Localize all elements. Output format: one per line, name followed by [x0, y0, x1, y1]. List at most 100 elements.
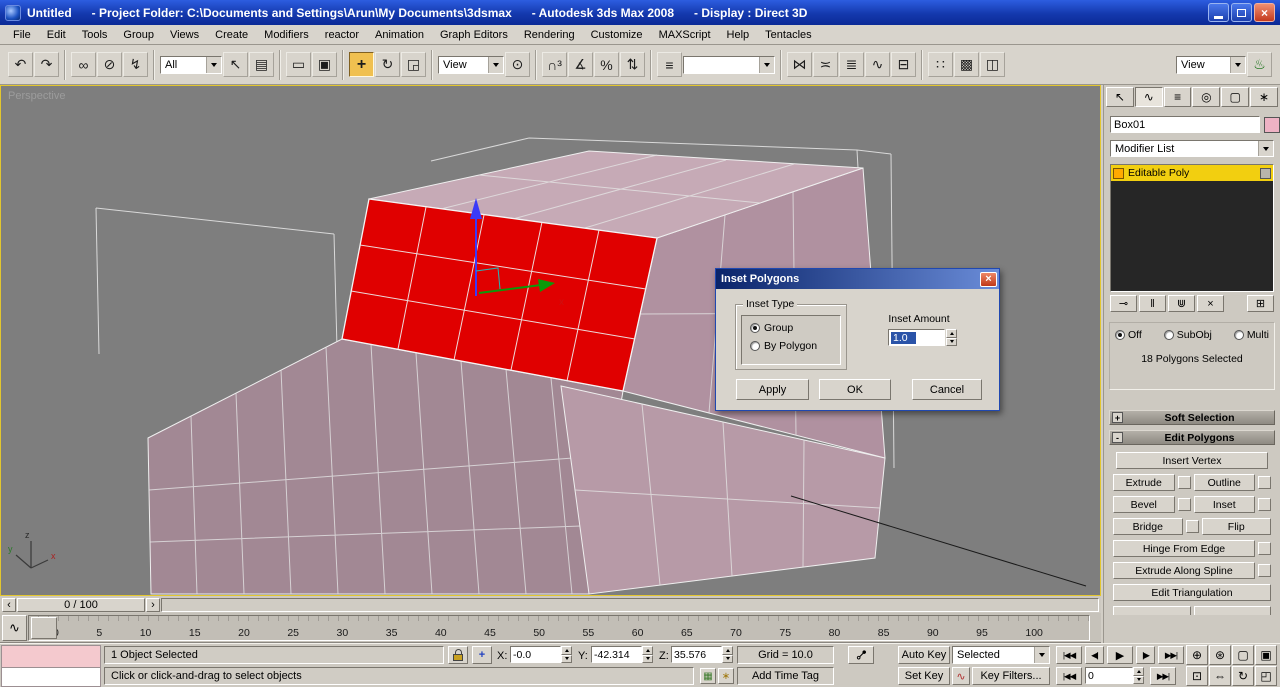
viewport-label[interactable]: Perspective [8, 90, 65, 102]
next-frame-icon[interactable]: |▶ [1136, 646, 1155, 664]
select-by-name-icon[interactable]: ▤ [249, 52, 274, 77]
remove-modifier-icon[interactable]: × [1197, 295, 1224, 312]
select-and-move-icon[interactable]: + [349, 52, 374, 77]
menu-tools[interactable]: Tools [74, 27, 116, 43]
zoom-extents-all-icon[interactable]: ▣ [1255, 645, 1277, 665]
menu-help[interactable]: Help [719, 27, 758, 43]
align-icon[interactable]: ≍ [813, 52, 838, 77]
mode-subobj[interactable]: SubObj [1163, 329, 1212, 341]
setkey-mode-icon[interactable]: ∿ [952, 667, 970, 685]
bridge-settings-button[interactable] [1185, 520, 1199, 533]
modifier-stack[interactable]: Editable Poly [1110, 164, 1274, 292]
menu-customize[interactable]: Customize [583, 27, 651, 43]
go-to-start-icon[interactable]: |◀◀ [1056, 646, 1082, 664]
selection-lock-toggle[interactable] [448, 646, 468, 664]
bind-to-spacewarp-icon[interactable]: ↯ [123, 52, 148, 77]
angle-snap-icon[interactable]: ∡ [568, 52, 593, 77]
frame-end-icon[interactable]: ▶▶| [1150, 667, 1176, 685]
render-viewport-dropdown[interactable]: View [1176, 55, 1246, 74]
quick-render-teapot-icon[interactable]: ♨ [1247, 52, 1272, 77]
zoom-all-icon[interactable]: ⊛ [1209, 645, 1231, 665]
go-to-end-icon[interactable]: ▶▶| [1158, 646, 1184, 664]
menu-rendering[interactable]: Rendering [516, 27, 583, 43]
dropdown-arrow-icon[interactable] [1258, 141, 1273, 156]
bevel-button[interactable]: Bevel [1113, 496, 1175, 513]
previous-frame-icon[interactable]: ◀| [1085, 646, 1104, 664]
maxscript-mini-listener-white[interactable] [1, 668, 101, 687]
use-pivot-center-icon[interactable]: ⊙ [505, 52, 530, 77]
menu-file[interactable]: File [5, 27, 39, 43]
rendered-frame-window-icon[interactable]: ◫ [980, 52, 1005, 77]
rectangular-selection-region-icon[interactable]: ▭ [286, 52, 311, 77]
dropdown-arrow-icon[interactable] [1230, 56, 1245, 73]
clipped-button[interactable] [1193, 606, 1271, 615]
pan-icon[interactable]: ⇔ [1209, 666, 1231, 686]
menu-animation[interactable]: Animation [367, 27, 432, 43]
group-radio[interactable] [750, 323, 760, 333]
trackbar-ruler[interactable]: 0510152025303540455055606570758085909510… [28, 615, 1090, 641]
edit-polygons-rollout[interactable]: - Edit Polygons [1109, 430, 1275, 445]
bevel-settings-button[interactable] [1177, 498, 1191, 511]
redo-icon[interactable]: ↷ [34, 52, 59, 77]
select-and-rotate-icon[interactable]: ↻ [375, 52, 400, 77]
keyboard-shortcut-override-icon[interactable]: ▦ [700, 668, 716, 684]
soft-selection-rollout[interactable]: + Soft Selection [1109, 410, 1275, 425]
material-editor-icon[interactable]: ∷ [928, 52, 953, 77]
inset-amount-input[interactable]: 1.0 [888, 329, 945, 346]
key-mode-dropdown[interactable]: Selected [952, 646, 1050, 664]
extrude-settings-button[interactable] [1177, 476, 1191, 489]
menu-tentacles[interactable]: Tentacles [757, 27, 819, 43]
modify-tab-icon[interactable]: ∿ [1134, 87, 1163, 107]
frame-spinner[interactable] [1133, 667, 1144, 684]
render-setup-icon[interactable]: ▩ [954, 52, 979, 77]
zoom-region-icon[interactable]: ⊡ [1186, 666, 1208, 686]
dropdown-arrow-icon[interactable] [488, 56, 503, 73]
outline-settings-button[interactable] [1258, 476, 1271, 489]
x-coord-input[interactable] [510, 646, 561, 663]
maxscript-mini-listener-pink[interactable] [1, 645, 101, 668]
y-coord-input[interactable] [591, 646, 642, 663]
timeslider-track[interactable] [161, 597, 1099, 612]
edit-triangulation-button[interactable]: Edit Triangulation [1113, 584, 1271, 601]
extrude-button[interactable]: Extrude [1113, 474, 1175, 491]
select-and-scale-icon[interactable]: ◲ [401, 52, 426, 77]
dropdown-arrow-icon[interactable] [759, 56, 774, 73]
add-time-tag[interactable]: Add Time Tag [737, 667, 834, 685]
inset-button[interactable]: Inset [1193, 496, 1255, 513]
make-unique-icon[interactable]: ⋓ [1168, 295, 1195, 312]
utilities-tab-icon[interactable]: ∗ [1250, 87, 1278, 107]
select-object-icon[interactable]: ↖ [223, 52, 248, 77]
current-frame-input[interactable] [1085, 667, 1133, 684]
menu-graph-editors[interactable]: Graph Editors [432, 27, 516, 43]
set-keys-button[interactable]: ⊶ [848, 645, 874, 665]
absolute-offset-toggle-icon[interactable]: + [472, 646, 492, 664]
timeslider-prev-icon[interactable]: ‹ [2, 597, 16, 612]
object-name-input[interactable] [1110, 116, 1260, 133]
zoom-icon[interactable]: ⊕ [1186, 645, 1208, 665]
create-tab-icon[interactable]: ↖ [1106, 87, 1134, 107]
edit-named-selection-sets-icon[interactable]: ≡ [657, 52, 682, 77]
timeslider-next-icon[interactable]: › [146, 597, 160, 612]
restore-button[interactable] [1231, 3, 1252, 22]
hierarchy-tab-icon[interactable]: ≡ [1163, 87, 1192, 107]
outline-button[interactable]: Outline [1193, 474, 1255, 491]
frame-start-icon[interactable]: |◀◀ [1056, 667, 1082, 685]
rollout-expand-icon[interactable]: + [1112, 412, 1123, 423]
stack-item-editable-poly[interactable]: Editable Poly [1111, 165, 1273, 181]
motion-tab-icon[interactable]: ◎ [1192, 87, 1221, 107]
snaps-toggle-icon[interactable]: ∩³ [542, 52, 567, 77]
modifier-list-dropdown[interactable]: Modifier List [1110, 140, 1274, 157]
close-button[interactable]: × [1254, 3, 1275, 22]
menu-reactor[interactable]: reactor [317, 27, 367, 43]
mode-off-radio[interactable] [1115, 330, 1125, 340]
named-selection-dropdown[interactable] [683, 55, 775, 74]
hinge-settings-button[interactable] [1258, 542, 1271, 555]
dialog-close-button[interactable]: × [980, 271, 997, 287]
flip-button[interactable]: Flip [1201, 518, 1271, 535]
object-color-swatch[interactable] [1264, 116, 1280, 133]
dropdown-arrow-icon[interactable] [1034, 647, 1049, 663]
insert-vertex-button[interactable]: Insert Vertex [1116, 452, 1268, 469]
schematic-view-icon[interactable]: ⊟ [891, 52, 916, 77]
key-filters-button[interactable]: Key Filters... [972, 667, 1050, 685]
menu-maxscript[interactable]: MAXScript [651, 27, 719, 43]
